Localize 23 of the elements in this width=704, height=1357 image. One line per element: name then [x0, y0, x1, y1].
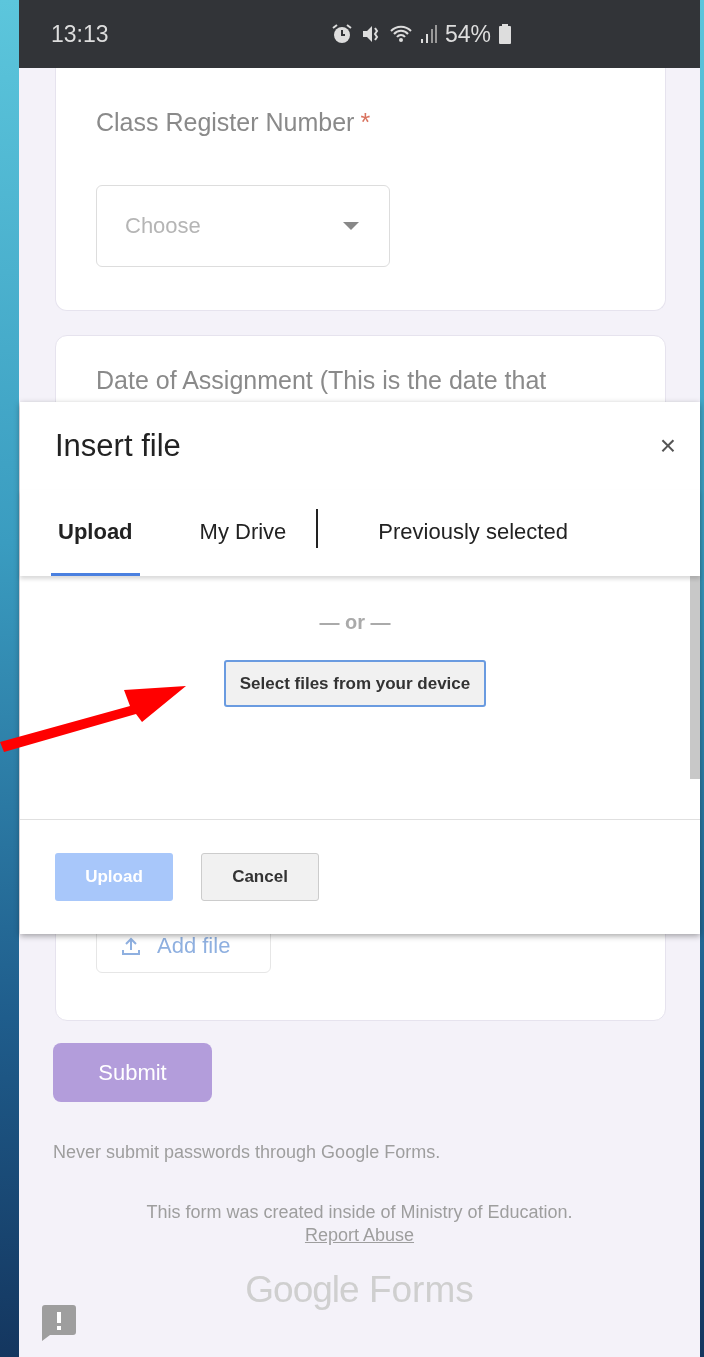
feedback-icon[interactable]: [42, 1305, 76, 1341]
battery-percent: 54%: [445, 20, 492, 48]
dialog-tab[interactable]: Upload: [51, 490, 140, 576]
scrollbar[interactable]: [690, 576, 700, 779]
close-button[interactable]: ×: [655, 430, 680, 462]
or-separator: — or —: [319, 611, 391, 634]
battery-icon: [499, 24, 512, 44]
dialog-title: Insert file: [55, 428, 181, 464]
mute-icon: [361, 24, 381, 44]
question-label: Class Register Number *: [96, 108, 372, 137]
upload-icon: [121, 935, 141, 956]
question-label: Date of Assignment (This is the date that: [96, 366, 548, 395]
alarm-icon: [331, 23, 353, 45]
dialog-tab[interactable]: Previously selected: [371, 490, 575, 576]
password-warning: Never submit passwords through Google Forms.: [53, 1142, 442, 1163]
wifi-icon: [389, 24, 413, 44]
select-files-button[interactable]: Select files from your device: [224, 660, 486, 707]
dropdown-caret-icon: [343, 222, 359, 230]
footer-text: This form was created inside of Ministry of Education. Report Abuse: [145, 1201, 574, 1247]
dialog-tab[interactable]: My Drive: [192, 490, 294, 576]
signal-icon: [421, 24, 437, 44]
status-time: 13:13: [51, 20, 110, 48]
dialog-button[interactable]: Cancel: [201, 853, 319, 901]
